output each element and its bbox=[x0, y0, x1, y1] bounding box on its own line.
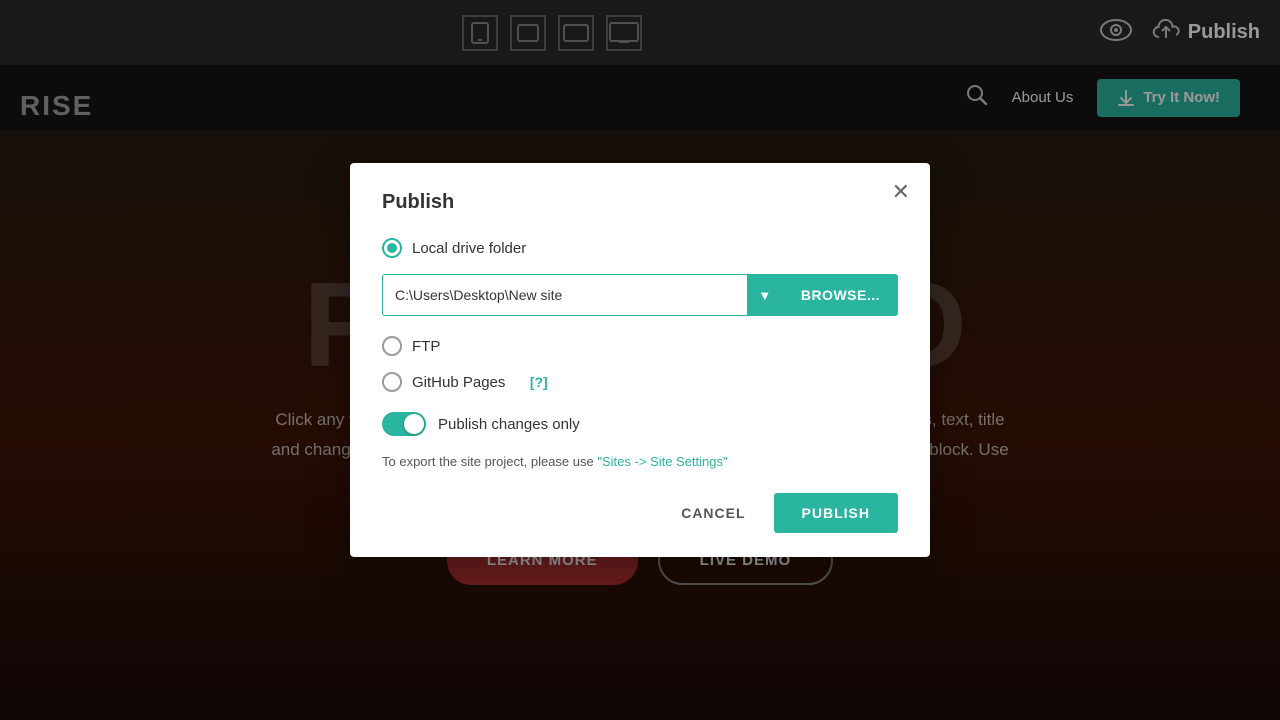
local-drive-radio-circle bbox=[382, 238, 402, 258]
toggle-thumb bbox=[404, 414, 424, 434]
modal-overlay[interactable]: Publish ✕ Local drive folder ▼ BROWSE...… bbox=[0, 0, 1280, 720]
path-dropdown-button[interactable]: ▼ bbox=[747, 274, 783, 316]
site-settings-link[interactable]: "Sites -> Site Settings" bbox=[597, 454, 727, 469]
ftp-radio-circle bbox=[382, 336, 402, 356]
publish-changes-toggle[interactable] bbox=[382, 412, 426, 436]
toggle-row: Publish changes only bbox=[382, 412, 898, 436]
publish-changes-label: Publish changes only bbox=[438, 416, 580, 433]
export-note-prefix: To export the site project, please use bbox=[382, 454, 597, 469]
github-label: GitHub Pages bbox=[412, 374, 505, 391]
local-drive-radio[interactable]: Local drive folder bbox=[382, 238, 898, 258]
browse-button[interactable]: BROWSE... bbox=[783, 274, 898, 316]
path-input-row: ▼ BROWSE... bbox=[382, 274, 898, 316]
modal-title: Publish bbox=[382, 191, 898, 214]
publish-modal-button[interactable]: PUBLISH bbox=[774, 493, 898, 533]
publish-modal: Publish ✕ Local drive folder ▼ BROWSE...… bbox=[350, 163, 930, 557]
github-radio-circle bbox=[382, 372, 402, 392]
export-note: To export the site project, please use "… bbox=[382, 454, 898, 469]
ftp-radio[interactable]: FTP bbox=[382, 336, 898, 356]
github-help-link[interactable]: [?] bbox=[530, 374, 548, 390]
dropdown-chevron-icon: ▼ bbox=[758, 288, 771, 303]
ftp-label: FTP bbox=[412, 338, 440, 355]
github-pages-radio[interactable]: GitHub Pages [?] bbox=[382, 372, 898, 392]
modal-footer: CANCEL PUBLISH bbox=[382, 493, 898, 533]
path-input[interactable] bbox=[382, 274, 747, 316]
cancel-button[interactable]: CANCEL bbox=[669, 495, 757, 531]
toggle-track bbox=[382, 412, 426, 436]
modal-close-button[interactable]: ✕ bbox=[892, 181, 910, 203]
local-drive-label: Local drive folder bbox=[412, 240, 526, 257]
